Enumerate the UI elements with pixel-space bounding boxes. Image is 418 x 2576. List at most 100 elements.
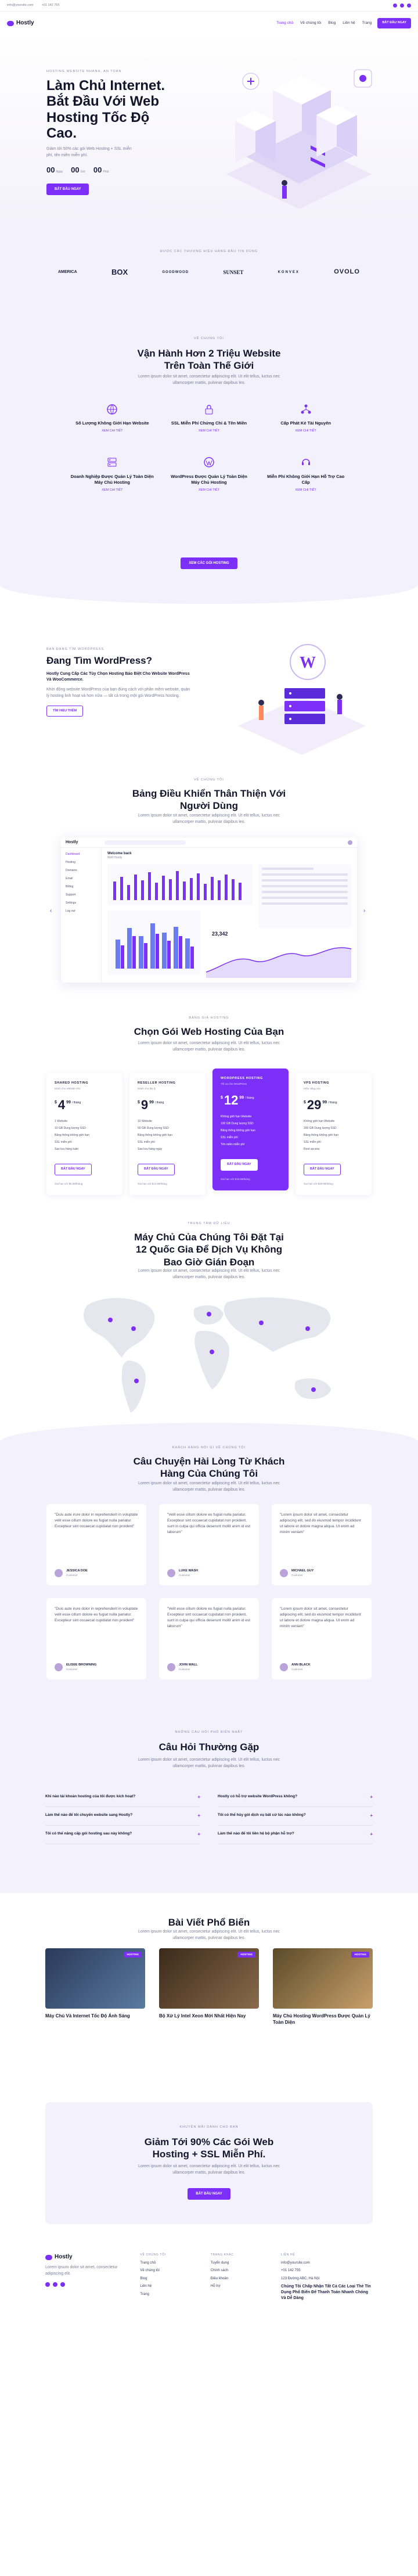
faq-item[interactable]: Làm thế nào để tôi chuyển website sang H… [45,1807,200,1826]
logo[interactable]: Hostly [7,19,34,27]
facebook-icon[interactable] [45,2282,50,2287]
blog-tag: HOSTING [124,1952,142,1958]
faq-item[interactable]: Khi nào tài khoản hosting của tôi được k… [45,1789,200,1807]
plan-price: $4 99/ tháng [55,1097,81,1112]
footer-contact[interactable]: info@yoursite.com [281,2261,373,2265]
feature-link[interactable]: XEM CHI TIẾT [70,429,155,434]
nav-item-about[interactable]: Về chúng tôi [300,20,321,26]
plan-feature: Băng thông không giới hạn [304,1133,338,1137]
testimonials-section: KHÁCH HÀNG NÓI GÌ VỀ CHÚNG TÔI Câu Chuyệ… [0,1423,418,1725]
dash-sidebar-item[interactable]: Settings [66,901,96,905]
dashboard-mockup: Hostly Dashboard Hosting Domains Email B… [61,837,357,983]
nav-item-contact[interactable]: Liên hệ [343,20,355,26]
pricing-title: Chọn Gói Web Hosting Của Bạn [134,1026,284,1037]
footer-link[interactable]: Về chúng tôi [140,2268,201,2273]
wp-eyebrow: BẠN ĐANG TÌM WORDPRESS [46,647,105,651]
plan-note: Gia hạn với $14.99/tháng [138,1182,167,1185]
cta-button[interactable]: BẮT ĐẦU NGAY [188,2188,230,2200]
feature-link[interactable]: XEM CHI TIẾT [263,488,348,493]
hero-cta-button[interactable]: BẮT ĐẦU NGAY [46,183,89,196]
faq-item[interactable]: Tôi có thể hủy gói dịch vụ bất cứ lúc nà… [218,1807,373,1826]
brand-logo: AMERICA [58,270,77,275]
social-links [393,3,411,8]
dash-sidebar-item[interactable]: Hosting [66,861,96,865]
nav-cta-button[interactable]: BẮT ĐẦU NGAY [377,18,411,28]
footer-contact[interactable]: +01 142 755 [281,2268,373,2273]
twitter-icon[interactable] [53,2282,57,2287]
instagram-icon[interactable] [60,2282,65,2287]
plan-feature: Băng thông không giới hạn [55,1133,89,1137]
hero-title: Làm Chủ Internet. Bắt Đầu Với Web Hostin… [46,77,165,142]
plan-feature: 200 GB Dung lượng SSD [304,1126,337,1130]
wordpress-section: BẠN ĐANG TÌM WORDPRESS Đang Tìm WordPres… [0,604,418,772]
blog-card[interactable]: HOSTING Máy Chủ Hosting WordPress Được Q… [273,1948,373,2026]
brand-logo: BOX [111,268,128,276]
plan-card-featured: WORDPRESS HOSTING Tối ưu cho WordPress $… [212,1068,289,1190]
brand-logo: SUNSET [223,269,244,275]
instagram-icon[interactable] [407,3,411,8]
plan-select-button[interactable]: BẮT ĐẦU NGAY [55,1164,92,1175]
feature-link[interactable]: XEM CHI TIẾT [70,488,155,493]
footer-logo[interactable]: Hostly [45,2253,131,2261]
brands-section: ĐƯỢC CÁC THƯƠNG HIỆU HÀNG ĐẦU TIN DÙNG A… [0,226,418,314]
dash-sidebar-item[interactable]: Billing [66,885,96,889]
twitter-icon[interactable] [400,3,404,8]
carousel-prev-icon[interactable]: ‹ [50,907,52,915]
plus-icon: + [370,1813,373,1818]
footer-link[interactable]: Trang [140,2292,201,2297]
phone-text[interactable]: +01 142 755 [42,3,60,8]
dash-sidebar-item[interactable]: Log out [66,909,96,913]
faq-item[interactable]: Hostly có hỗ trợ website WordPress không… [218,1789,373,1807]
testimonial-name: LUKE WASH [179,1569,198,1573]
dash-sidebar-item[interactable]: Dashboard [66,852,96,857]
blog-section: Bài Viết Phổ Biến Lorem ipsum dolor sit … [0,1893,418,2067]
feature-link[interactable]: XEM CHI TIẾT [263,429,348,434]
dash-title: Bảng Điều Khiển Thân Thiện Với Người Dùn… [132,788,286,812]
carousel-next-icon[interactable]: › [363,907,365,915]
plan-select-button[interactable]: BẮT ĐẦU NGAY [221,1159,258,1171]
plan-select-button[interactable]: BẮT ĐẦU NGAY [304,1164,341,1175]
email-text[interactable]: info@yoursite.com [7,3,34,8]
plan-select-button[interactable]: BẮT ĐẦU NGAY [138,1164,175,1175]
dash-sidebar-item[interactable]: Email [66,877,96,881]
blog-post-title[interactable]: Máy Chủ Và Internet Tốc Độ Ánh Sáng [45,2013,145,2020]
plan-name: VPS HOSTING [304,1081,330,1085]
feature-link[interactable]: XEM CHI TIẾT [167,488,252,493]
footer-link[interactable]: Hỗ trợ [211,2284,272,2289]
dash-sidebar-item[interactable]: Domains [66,869,96,873]
footer-link[interactable]: Liên hệ [140,2284,201,2289]
plan-price: $29 99/ tháng [304,1097,337,1112]
pricing-eyebrow: BẢNG GIÁ HOSTING [189,1016,229,1020]
plan-feature: 50 GB Dung lượng SSD [138,1126,169,1130]
footer-link[interactable]: Blog [140,2276,201,2281]
footer-link[interactable]: Tuyển dụng [211,2261,272,2265]
dash-search-input[interactable] [105,840,186,845]
facebook-icon[interactable] [393,3,397,8]
faq-item[interactable]: Tôi có thể nâng cấp gói hosting sau này … [45,1826,200,1844]
nav-item-home[interactable]: Trang chủ [276,20,293,26]
cta-subtitle: Lorem ipsum dolor sit amet, consectetur … [138,2164,280,2175]
footer-link[interactable]: Điều khoản [211,2276,272,2281]
wp-learn-more-button[interactable]: TÌM HIỂU THÊM [46,705,84,717]
feature-link[interactable]: XEM CHI TIẾT [167,429,252,434]
support-icon [301,459,310,466]
testimonial-role: Customer [179,1573,190,1577]
plan-note: Gia hạn với $8.99/tháng [55,1182,83,1185]
dash-sidebar-item[interactable]: Support [66,893,96,897]
avatar[interactable] [348,840,352,845]
blog-post-title[interactable]: Bộ Xử Lý Intel Xeon Mới Nhất Hiện Nay [159,2013,259,2020]
svg-text:W: W [300,654,316,672]
nav-item-pages[interactable]: Trang [362,20,372,26]
testimonial-role: Customer [179,1667,190,1671]
footer-link[interactable]: Trang chủ [140,2261,201,2265]
view-plans-button[interactable]: XEM CÁC GÓI HOSTING [181,557,237,570]
features-subtitle: Lorem ipsum dolor sit amet, consectetur … [138,375,280,385]
features-eyebrow: VỀ CHÚNG TÔI [194,337,224,340]
footer-link[interactable]: Chính sách [211,2268,272,2273]
blog-card[interactable]: HOSTING Máy Chủ Và Internet Tốc Độ Ánh S… [45,1948,145,2026]
faq-item[interactable]: Làm thế nào để tôi liên hệ bộ phận hỗ tr… [218,1826,373,1844]
blog-post-title[interactable]: Máy Chủ Hosting WordPress Được Quản Lý T… [273,2013,373,2026]
nav-item-blog[interactable]: Blog [328,20,336,26]
blog-card[interactable]: HOSTING Bộ Xử Lý Intel Xeon Mới Nhất Hiệ… [159,1948,259,2026]
plan-price: $12 99/ tháng [221,1092,254,1107]
